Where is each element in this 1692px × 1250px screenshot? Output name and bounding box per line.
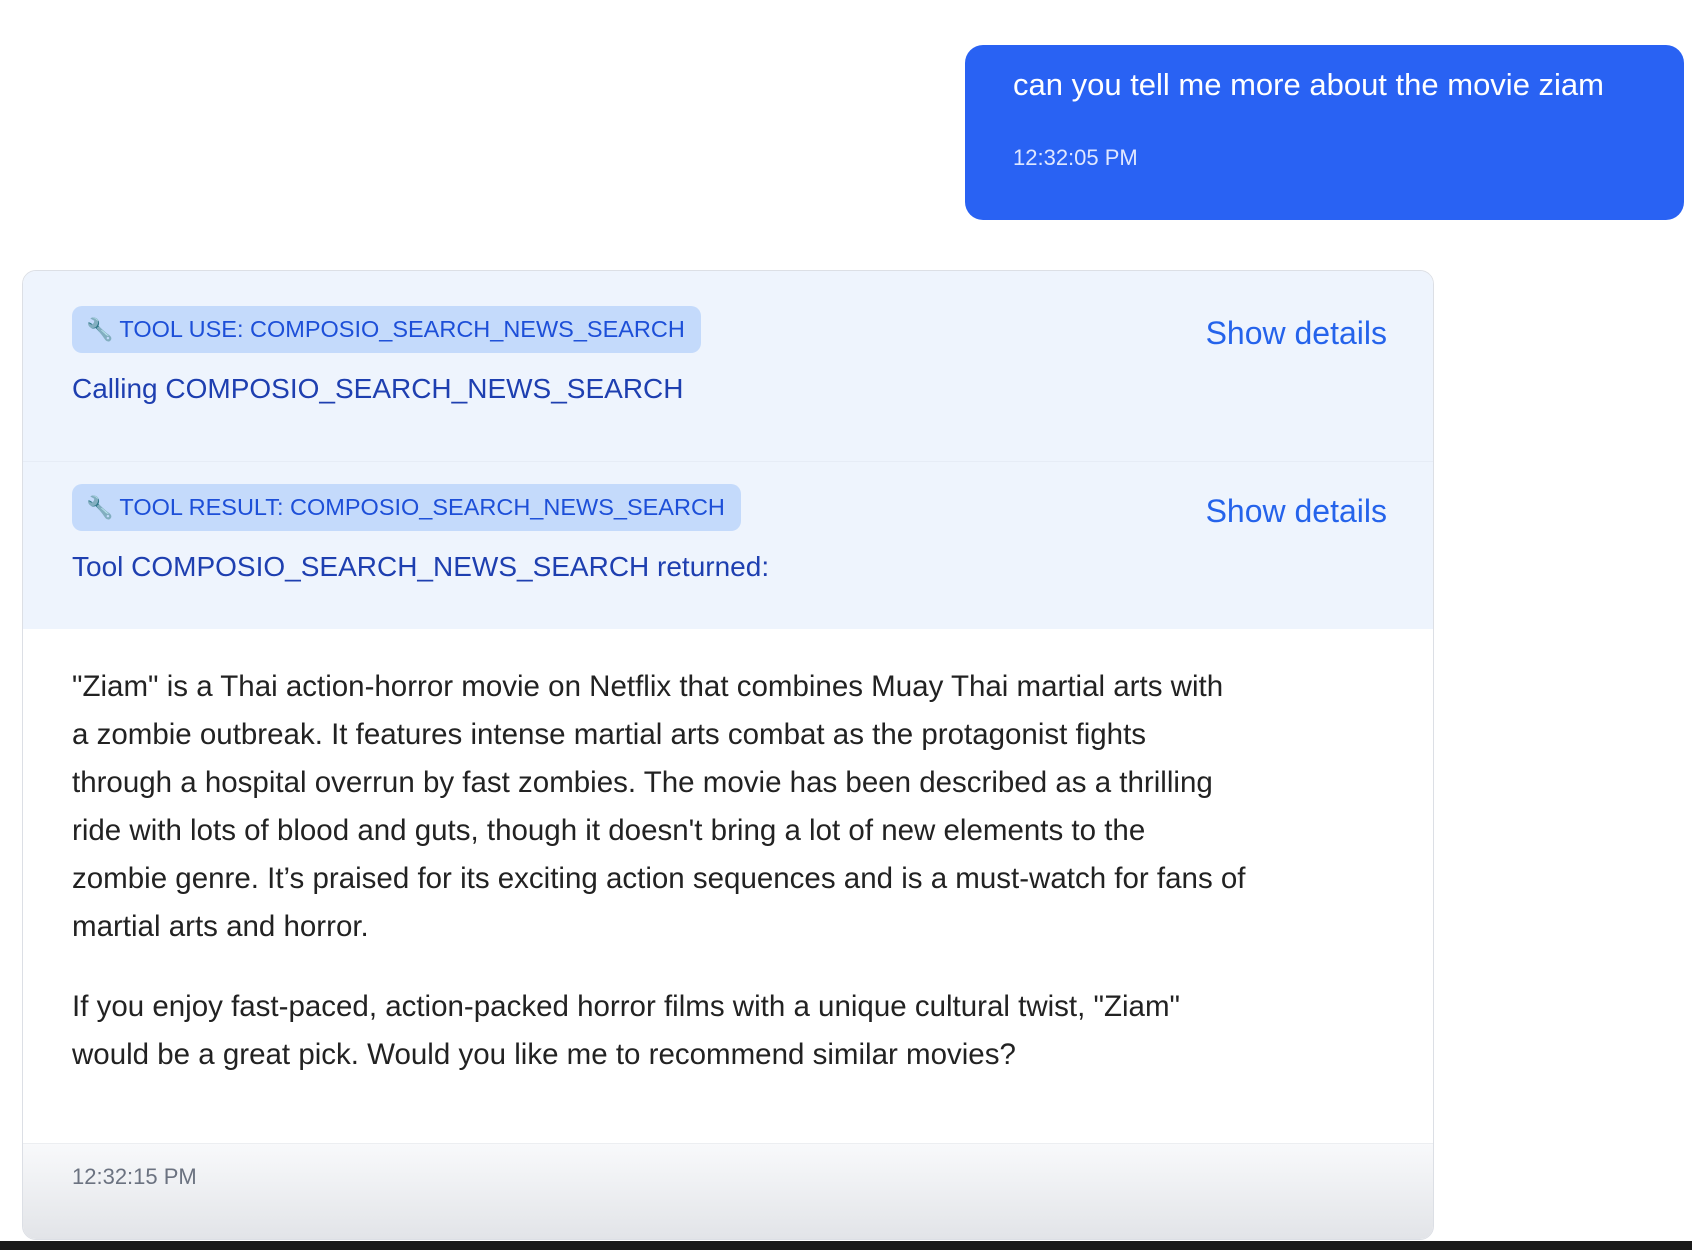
text-line: If you enjoy fast-paced, action-packed h…	[72, 990, 1181, 1023]
response-paragraph: "Ziam" is a Thai action-horror movie on …	[72, 663, 1392, 951]
text-line: zombie genre. It’s praised for its excit…	[72, 862, 1246, 895]
response-paragraph: If you enjoy fast-paced, action-packed h…	[72, 983, 1392, 1079]
tool-use-text: Calling COMPOSIO_SEARCH_NEWS_SEARCH	[72, 373, 684, 404]
wrench-icon: 🔧	[86, 495, 114, 520]
text-line: ride with lots of blood and guts, though…	[72, 814, 1146, 847]
assistant-message-card: 🔧 TOOL USE: COMPOSIO_SEARCH_NEWS_SEARCH S…	[22, 270, 1434, 1240]
tool-use-show-details-button[interactable]: Show details	[1206, 288, 1387, 378]
wrench-icon: 🔧	[86, 317, 114, 342]
tool-use-badge: 🔧 TOOL USE: COMPOSIO_SEARCH_NEWS_SEARCH	[72, 306, 701, 353]
user-message-bubble: can you tell me more about the movie zia…	[965, 45, 1684, 220]
tool-result-text: Tool COMPOSIO_SEARCH_NEWS_SEARCH returne…	[72, 551, 770, 582]
tool-result-badge-label: TOOL RESULT: COMPOSIO_SEARCH_NEWS_SEARCH	[119, 494, 725, 520]
message-footer: 12:32:15 PM	[23, 1143, 1433, 1239]
divider	[23, 461, 1433, 462]
tool-calls-section: 🔧 TOOL USE: COMPOSIO_SEARCH_NEWS_SEARCH S…	[23, 271, 1433, 629]
text-line: through a hospital overrun by fast zombi…	[72, 766, 1213, 799]
tool-result-badge: 🔧 TOOL RESULT: COMPOSIO_SEARCH_NEWS_SEARC…	[72, 484, 741, 531]
text-line: "Ziam" is a Thai action-horror movie on …	[72, 670, 1224, 703]
user-message-text: can you tell me more about the movie zia…	[1013, 67, 1604, 102]
tool-result-show-details-button[interactable]: Show details	[1206, 466, 1387, 556]
assistant-message-timestamp: 12:32:15 PM	[72, 1164, 197, 1189]
window-bottom-edge	[0, 1241, 1692, 1250]
text-line: would be a great pick. Would you like me…	[72, 1038, 1016, 1071]
text-line: a zombie outbreak. It features intense m…	[72, 718, 1147, 751]
text-line: martial arts and horror.	[72, 910, 369, 943]
tool-use-badge-label: TOOL USE: COMPOSIO_SEARCH_NEWS_SEARCH	[119, 316, 685, 342]
user-message-timestamp: 12:32:05 PM	[1013, 145, 1138, 170]
assistant-response-text: "Ziam" is a Thai action-horror movie on …	[72, 663, 1392, 1111]
